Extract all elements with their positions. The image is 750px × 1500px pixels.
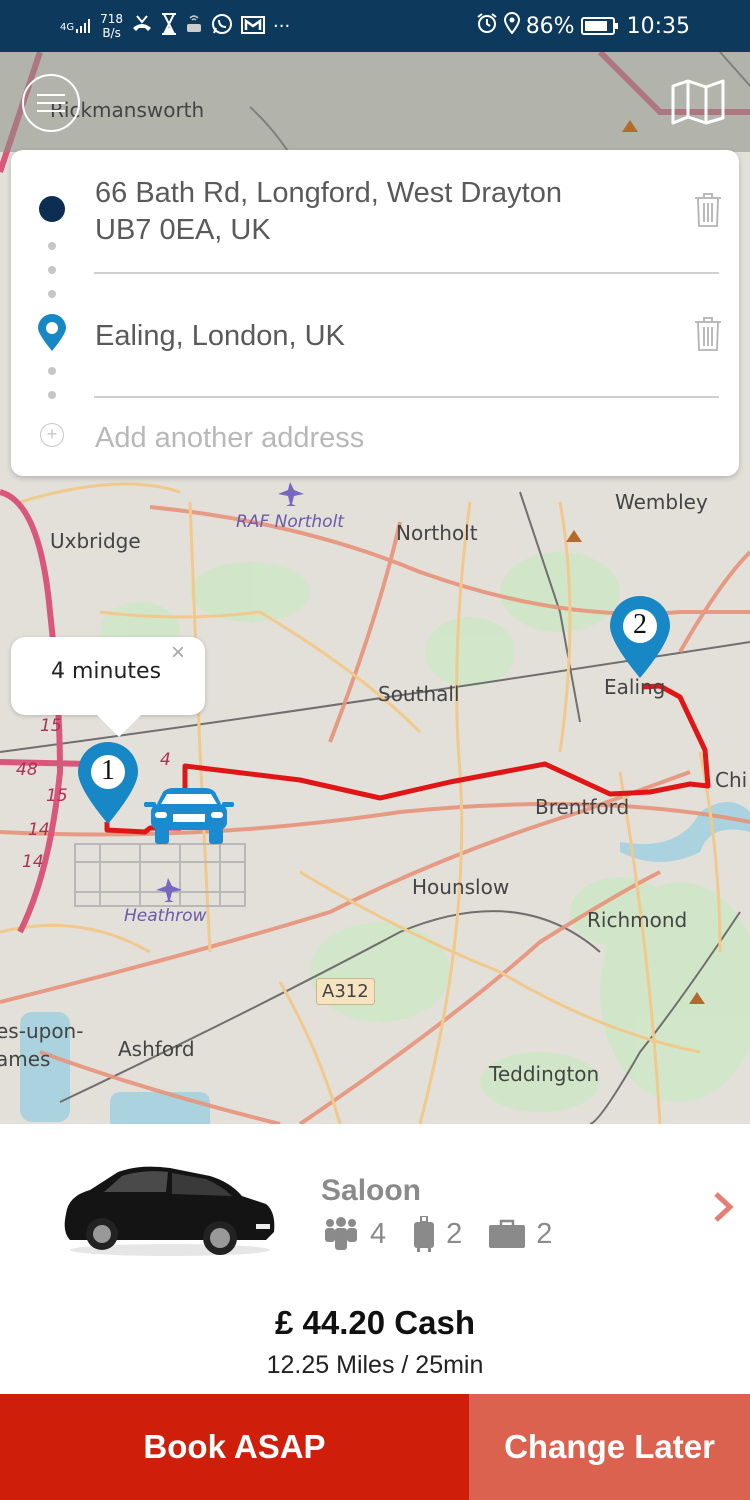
eta-text: 4 minutes xyxy=(51,659,162,684)
next-vehicle-button[interactable] xyxy=(712,1190,736,1229)
hamburger-line xyxy=(37,102,65,104)
suitcase-icon xyxy=(414,1216,435,1252)
passengers-icon xyxy=(325,1217,357,1250)
dropoff-address-field[interactable]: Ealing, London, UK xyxy=(11,310,681,370)
signal-icon: 4G xyxy=(60,19,92,33)
hand-luggage-count: 2 xyxy=(536,1217,553,1250)
pickup-address-field[interactable]: 66 Bath Rd, Longford, West Drayton UB7 0… xyxy=(11,150,681,270)
map-label: Teddington xyxy=(489,1062,600,1086)
battery-percent: 86% xyxy=(525,13,575,39)
road-number: 14 xyxy=(28,820,50,840)
trip-distance-time: 12.25 Miles / 25min xyxy=(266,1351,484,1379)
vehicle-image[interactable] xyxy=(60,1162,280,1258)
menu-button[interactable] xyxy=(22,74,80,132)
pickup-marker-number: 1 xyxy=(101,755,115,786)
more-notifications-icon: ··· xyxy=(273,15,291,37)
road-number: 48 xyxy=(16,760,38,780)
status-bar: 4G 718 B/s ··· 86% 10:35 xyxy=(0,0,750,52)
connector-dot xyxy=(48,242,56,250)
map-view-toggle-button[interactable] xyxy=(670,78,726,126)
pickup-address-line1: 66 Bath Rd, Longford, West Drayton xyxy=(95,177,562,209)
close-tooltip-button[interactable]: × xyxy=(171,639,185,667)
chevron-right-icon xyxy=(714,1192,734,1222)
network-speed: 718 B/s xyxy=(100,12,124,40)
add-address-placeholder: Add another address xyxy=(95,422,365,454)
battery-icon xyxy=(580,17,618,35)
divider xyxy=(94,396,719,398)
folded-map-icon xyxy=(671,79,725,125)
dropoff-marker-number: 2 xyxy=(633,609,647,640)
gmail-icon xyxy=(241,14,266,39)
vehicle-location-icon xyxy=(143,786,235,848)
book-asap-button[interactable]: Book ASAP xyxy=(0,1394,469,1500)
connector-dot xyxy=(48,367,56,375)
missed-call-icon xyxy=(131,14,153,39)
map-label: Northolt xyxy=(396,521,478,545)
map-label: Wembley xyxy=(615,490,708,514)
vehicle-capacity: 4 2 2 xyxy=(322,1216,578,1252)
map-label: es-upon- xyxy=(0,1019,84,1043)
delete-dropoff-button[interactable] xyxy=(693,316,723,352)
car-wifi-icon xyxy=(185,13,203,40)
map-label: Brentford xyxy=(535,795,630,819)
trash-icon xyxy=(695,317,721,351)
vehicle-type: Saloon xyxy=(321,1174,422,1207)
address-card: 66 Bath Rd, Longford, West Drayton UB7 0… xyxy=(11,150,739,476)
passenger-count: 4 xyxy=(370,1217,387,1250)
eta-tooltip: 4 minutes × xyxy=(11,637,205,737)
connector-dot xyxy=(48,290,56,298)
pickup-marker[interactable]: 1 xyxy=(76,742,140,826)
dropoff-marker[interactable]: 2 xyxy=(608,596,672,680)
connector-dot xyxy=(48,266,56,274)
whatsapp-icon xyxy=(211,13,233,40)
road-shield: A312 xyxy=(316,978,375,1005)
hourglass-icon xyxy=(161,12,177,40)
add-address-input[interactable]: Add another address xyxy=(11,412,711,462)
map-label: Heathrow xyxy=(124,906,207,926)
map-label: RAF Northolt xyxy=(236,512,344,532)
road-number: 14 xyxy=(22,852,44,872)
hamburger-line xyxy=(37,110,65,112)
alarm-icon xyxy=(476,12,498,40)
map-label: Uxbridge xyxy=(50,529,141,553)
change-later-button[interactable]: Change Later xyxy=(469,1394,750,1500)
hamburger-line xyxy=(37,94,65,96)
vehicle-panel: Saloon 4 2 2 £ 44.20 Cash 12.25 Miles / … xyxy=(0,1124,750,1394)
network-type: 4G xyxy=(60,22,75,33)
dropoff-address: Ealing, London, UK xyxy=(95,320,345,352)
map-label: Ashford xyxy=(118,1037,195,1061)
road-number: 4 xyxy=(160,750,171,770)
road-number: 15 xyxy=(40,716,62,736)
clock: 10:35 xyxy=(626,13,690,39)
map-label: Chi xyxy=(715,768,748,792)
briefcase-icon xyxy=(489,1219,526,1248)
road-number: 15 xyxy=(46,786,68,806)
map-label: Hounslow xyxy=(412,875,510,899)
divider xyxy=(94,272,719,274)
map-label: Richmond xyxy=(587,908,688,932)
map-label: ames xyxy=(0,1047,51,1071)
trash-icon xyxy=(695,193,721,227)
location-icon xyxy=(503,12,520,40)
luggage-count: 2 xyxy=(446,1217,463,1250)
connector-dot xyxy=(48,391,56,399)
pickup-address-line2: UB7 0EA, UK xyxy=(95,214,271,246)
fare-price: £ 44.20 Cash xyxy=(275,1304,475,1341)
map-label: Southall xyxy=(378,682,460,706)
delete-pickup-button[interactable] xyxy=(693,192,723,228)
